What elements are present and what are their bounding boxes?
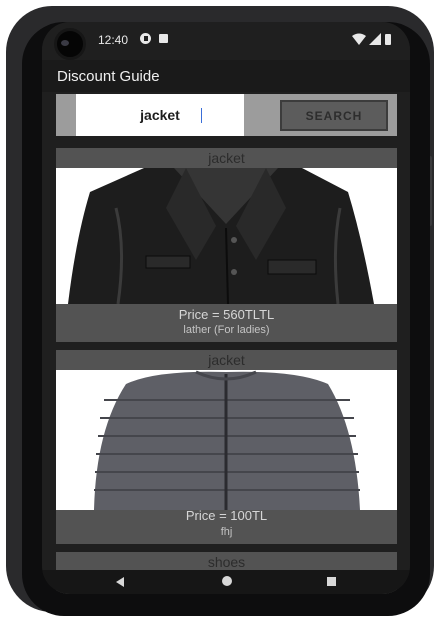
- product-description: fhj: [220, 526, 233, 538]
- grey-puffer-jacket-image: [56, 370, 397, 510]
- search-bar: SEARCH: [56, 94, 397, 136]
- signal-icon: [369, 33, 381, 45]
- wifi-icon: [352, 33, 366, 45]
- front-camera: [54, 28, 86, 60]
- home-icon[interactable]: [222, 576, 232, 586]
- navigation-bar: [42, 570, 410, 594]
- notification-icon: [140, 33, 151, 44]
- status-time: 12:40: [98, 33, 129, 47]
- product-card[interactable]: jacket Price = 100TL fhj: [56, 350, 397, 544]
- app-bar: Discount Guide: [42, 60, 410, 92]
- recents-icon[interactable]: [327, 577, 336, 586]
- product-name: jacket: [208, 150, 245, 166]
- search-button[interactable]: SEARCH: [280, 100, 388, 131]
- product-list[interactable]: jacket Price = 560TLTL lather (For ladie…: [56, 148, 397, 594]
- text-cursor: [201, 108, 202, 123]
- product-card[interactable]: jacket Price = 560TLTL lather (For ladie…: [56, 148, 397, 342]
- battery-icon: [385, 34, 391, 45]
- phone-screen: 12:40 Discount Guide SEARCH jacket: [42, 22, 410, 594]
- status-icons: [352, 33, 400, 45]
- product-price: Price = 100TL: [185, 508, 268, 523]
- back-icon[interactable]: [116, 577, 124, 587]
- app-title: Discount Guide: [57, 68, 160, 85]
- status-bar: 12:40: [42, 22, 410, 60]
- product-name: shoes: [207, 554, 246, 570]
- product-price: Price = 560TLTL: [178, 307, 275, 322]
- product-name: jacket: [208, 352, 245, 368]
- black-leather-jacket-image: [56, 168, 397, 304]
- product-description: lather (For ladies): [183, 324, 270, 336]
- sd-card-icon: [159, 34, 168, 43]
- search-input[interactable]: [76, 94, 244, 136]
